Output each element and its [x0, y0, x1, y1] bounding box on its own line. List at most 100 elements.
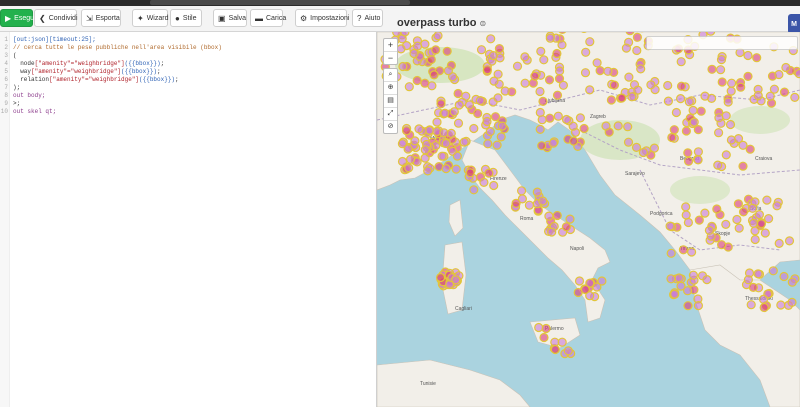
run-button[interactable]: ▶ Esegui [0, 9, 36, 27]
weighbridge-marker[interactable] [601, 121, 611, 131]
weighbridge-marker[interactable] [437, 151, 447, 161]
weighbridge-marker[interactable] [725, 119, 736, 130]
weighbridge-marker[interactable] [717, 77, 727, 87]
weighbridge-marker[interactable] [683, 156, 694, 166]
weighbridge-marker[interactable] [696, 106, 706, 116]
search-icon[interactable]: ⌕ [384, 69, 397, 82]
weighbridge-marker[interactable] [436, 272, 446, 283]
code-line[interactable]: 4 node["amenity"="weighbridge"]({{bbox}}… [0, 60, 376, 68]
weighbridge-marker[interactable] [452, 151, 462, 161]
weighbridge-marker[interactable] [544, 75, 555, 85]
weighbridge-marker[interactable] [550, 344, 560, 355]
weighbridge-marker[interactable] [492, 140, 502, 150]
weighbridge-marker[interactable] [592, 282, 602, 292]
weighbridge-marker[interactable] [520, 52, 530, 62]
weighbridge-marker[interactable] [748, 218, 759, 228]
weighbridge-marker[interactable] [443, 66, 453, 76]
weighbridge-marker[interactable] [683, 217, 694, 228]
weighbridge-marker[interactable] [439, 128, 449, 138]
weighbridge-marker[interactable] [554, 66, 565, 76]
weighbridge-marker[interactable] [760, 228, 770, 238]
weighbridge-marker[interactable] [479, 177, 489, 187]
code-line[interactable]: 5 way["amenity"="weighbridge"]({{bbox}})… [0, 68, 376, 76]
weighbridge-marker[interactable] [469, 123, 479, 134]
weighbridge-marker[interactable] [541, 323, 551, 334]
weighbridge-marker[interactable] [700, 91, 710, 101]
weighbridge-marker[interactable] [779, 271, 789, 282]
weighbridge-marker[interactable] [429, 70, 439, 80]
weighbridge-marker[interactable] [784, 236, 795, 246]
weighbridge-marker[interactable] [400, 32, 410, 37]
weighbridge-marker[interactable] [684, 97, 694, 107]
help-button[interactable]: ? Aiuto [352, 9, 383, 27]
code-text[interactable]: ( [13, 52, 17, 60]
weighbridge-marker[interactable] [561, 114, 572, 125]
weighbridge-marker[interactable] [674, 273, 684, 283]
weighbridge-marker[interactable] [520, 78, 530, 88]
weighbridge-marker[interactable] [483, 139, 493, 149]
weighbridge-marker[interactable] [745, 144, 755, 154]
settings-button[interactable]: ⚙ Impostazioni [295, 9, 349, 27]
weighbridge-marker[interactable] [490, 112, 501, 122]
weighbridge-marker[interactable] [603, 66, 613, 76]
code-text[interactable]: out body; [13, 92, 45, 100]
weighbridge-marker[interactable] [573, 287, 583, 298]
weighbridge-marker[interactable] [759, 302, 769, 313]
weighbridge-marker[interactable] [627, 92, 637, 102]
weighbridge-marker[interactable] [547, 227, 557, 237]
weighbridge-marker[interactable] [747, 203, 758, 213]
wizard-button[interactable]: ✦ Wizard [132, 9, 168, 27]
weighbridge-marker[interactable] [738, 207, 749, 217]
weighbridge-marker[interactable] [671, 107, 682, 118]
weighbridge-marker[interactable] [511, 198, 521, 208]
weighbridge-marker[interactable] [693, 301, 704, 311]
weighbridge-marker[interactable] [565, 214, 575, 224]
weighbridge-marker[interactable] [412, 41, 423, 51]
weighbridge-marker[interactable] [746, 300, 756, 310]
weighbridge-marker[interactable] [726, 78, 737, 88]
weighbridge-marker[interactable] [632, 32, 643, 42]
weighbridge-marker[interactable] [433, 32, 443, 41]
weighbridge-marker[interactable] [459, 137, 469, 147]
weighbridge-marker[interactable] [714, 113, 724, 123]
weighbridge-marker[interactable] [732, 214, 742, 225]
weighbridge-marker[interactable] [716, 240, 727, 250]
weighbridge-marker[interactable] [451, 275, 461, 285]
weighbridge-marker[interactable] [545, 113, 555, 123]
weighbridge-marker[interactable] [561, 222, 572, 232]
weighbridge-marker[interactable] [667, 132, 677, 143]
weighbridge-marker[interactable] [736, 82, 746, 92]
weighbridge-marker[interactable] [707, 64, 717, 74]
weighbridge-marker[interactable] [666, 248, 676, 258]
weighbridge-marker[interactable] [398, 61, 408, 72]
weighbridge-marker[interactable] [406, 154, 416, 164]
weighbridge-marker[interactable] [790, 92, 800, 103]
weighbridge-marker[interactable] [489, 180, 499, 191]
weighbridge-marker[interactable] [524, 200, 535, 210]
weighbridge-marker[interactable] [441, 138, 451, 149]
weighbridge-marker[interactable] [787, 277, 797, 287]
weighbridge-marker[interactable] [574, 276, 585, 286]
locate-icon[interactable]: ⊕ [384, 82, 397, 95]
weighbridge-marker[interactable] [663, 80, 673, 91]
weighbridge-marker[interactable] [675, 93, 686, 104]
weighbridge-marker[interactable] [579, 123, 589, 134]
weighbridge-marker[interactable] [539, 55, 549, 65]
weighbridge-marker[interactable] [676, 57, 686, 67]
code-line[interactable]: 7); [0, 84, 376, 92]
code-line[interactable]: 2 // cerca tutte le pese pubbliche nell'a… [0, 44, 376, 52]
weighbridge-marker[interactable] [512, 61, 523, 71]
weighbridge-marker[interactable] [585, 37, 595, 47]
weighbridge-marker[interactable] [702, 275, 712, 285]
weighbridge-marker[interactable] [482, 116, 492, 127]
weighbridge-marker[interactable] [750, 234, 760, 245]
code-text[interactable]: >; [13, 100, 20, 108]
weighbridge-marker[interactable] [476, 45, 487, 55]
weighbridge-marker[interactable] [482, 65, 492, 75]
map-view[interactable]: ZagrebLjubljanaBeogradSarajevoPodgoricaS… [377, 32, 800, 407]
weighbridge-marker[interactable] [552, 48, 562, 59]
weighbridge-marker[interactable] [453, 88, 463, 99]
weighbridge-marker[interactable] [530, 71, 540, 81]
weighbridge-marker[interactable] [781, 62, 791, 73]
weighbridge-marker[interactable] [713, 160, 723, 170]
